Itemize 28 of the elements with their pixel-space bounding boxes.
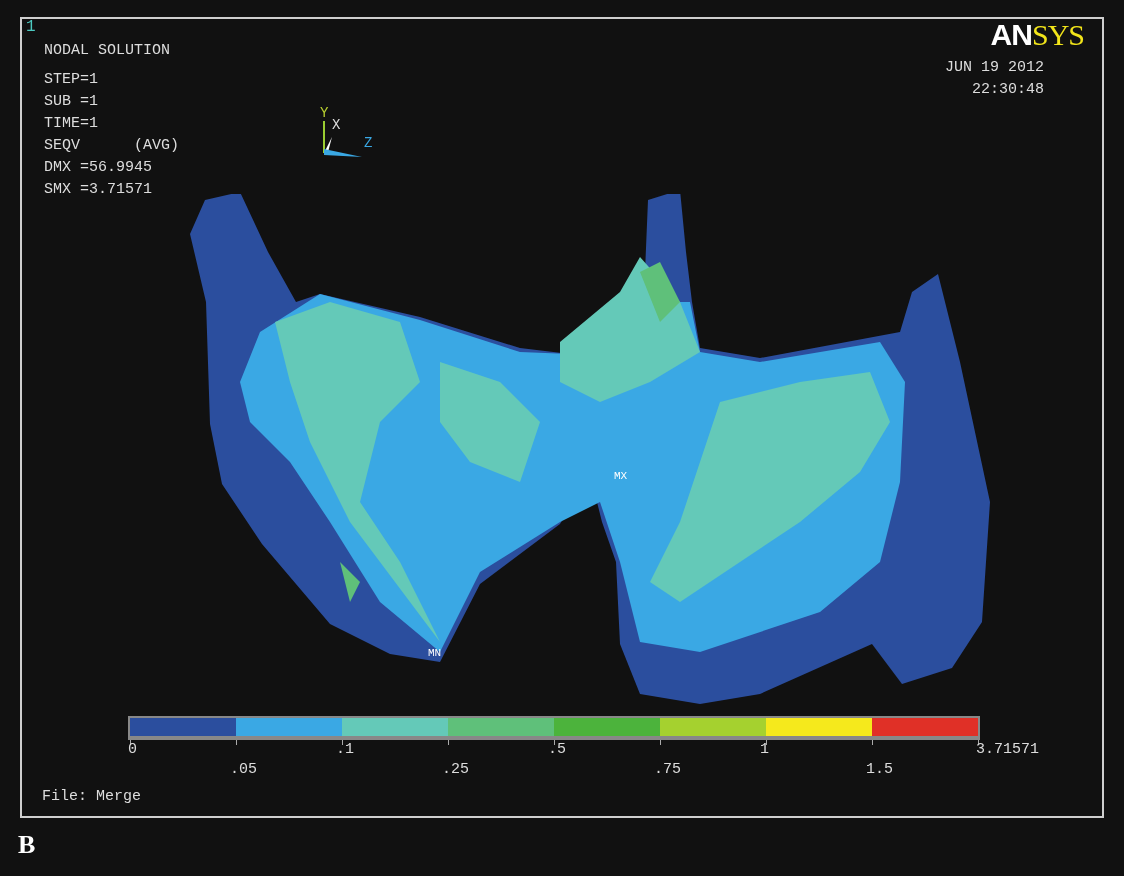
result-info-text: SMX =3.71571 <box>44 180 154 200</box>
axis-label: X <box>332 117 341 133</box>
result-info-text: SEQV (AVG) <box>44 136 180 156</box>
legend-tick-label: .75 <box>654 762 681 778</box>
legend-tick-label: 1 <box>760 742 769 758</box>
file-name-text: File: Merge <box>42 788 143 805</box>
legend-tick-label: .25 <box>442 762 469 778</box>
legend-tick-label: .1 <box>336 742 354 758</box>
legend-tick-label: 3.71571 <box>976 742 1039 758</box>
date-text: JUN 19 2012 <box>944 58 1044 78</box>
legend-tick-label: .5 <box>548 742 566 758</box>
legend-tick-label: 1.5 <box>866 762 893 778</box>
plot-title: NODAL SOLUTION <box>44 42 172 59</box>
legend-tick-label: 0 <box>128 742 137 758</box>
min-marker-label: MN <box>428 647 442 659</box>
result-info-text: DMX =56.9945 <box>44 158 154 178</box>
legend-tick-label: .05 <box>230 762 257 778</box>
result-info-text: STEP=1 <box>44 70 99 90</box>
time-text: 22:30:48 <box>972 80 1044 100</box>
result-info-text: SUB =1 <box>44 92 99 112</box>
axis-label: Z <box>364 135 373 151</box>
axis-label: Y <box>320 105 329 121</box>
result-info-text: TIME=1 <box>44 114 99 134</box>
logo: ANSYS <box>990 19 1084 51</box>
axis-triad-icon <box>323 120 362 157</box>
window-number: 1 <box>26 19 37 35</box>
max-marker-label: MX <box>614 470 628 482</box>
panel-label: B <box>18 830 37 860</box>
